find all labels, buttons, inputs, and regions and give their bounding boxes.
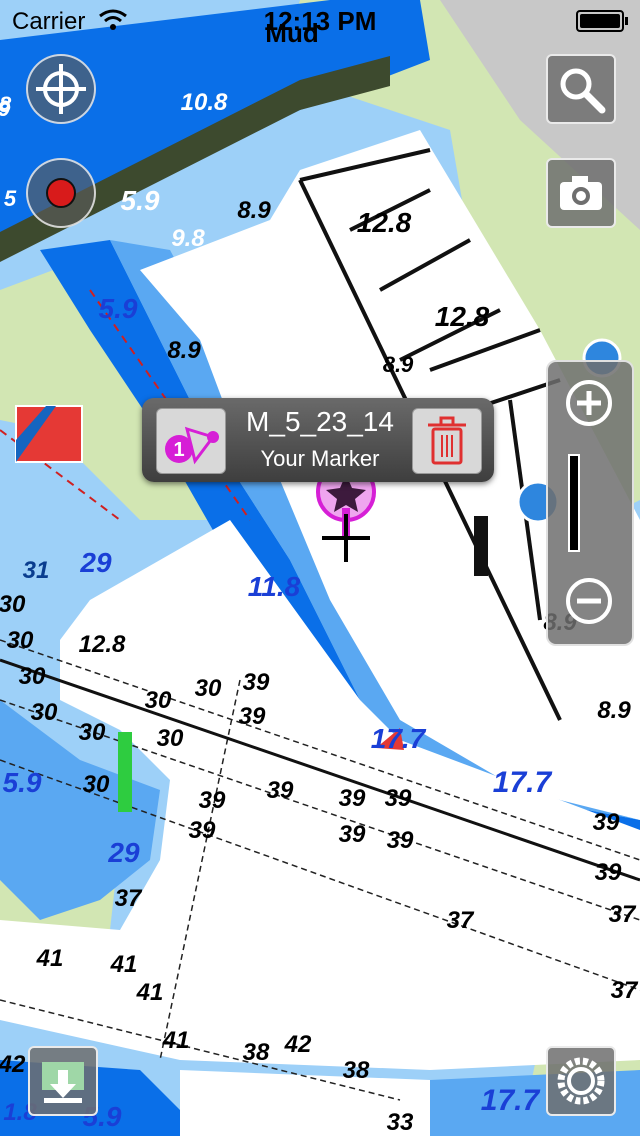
depth-label: 37 (609, 901, 637, 928)
depth-label: 37 (447, 907, 475, 934)
status-bar: Carrier 12:13 PM (0, 0, 640, 40)
depth-label: 12.8 (435, 301, 490, 332)
marker-edit-button[interactable]: 1 (156, 408, 226, 474)
depth-label: 8.9 (237, 197, 271, 224)
depth-label: 9 (0, 96, 11, 121)
depth-label: 39 (387, 827, 414, 854)
depth-label: 30 (31, 699, 58, 726)
depth-label: 37 (611, 977, 639, 1004)
beacon-icon (118, 732, 132, 812)
depth-label: 38 (343, 1057, 370, 1084)
download-charts-button[interactable] (28, 1046, 98, 1116)
depth-label: 30 (195, 675, 222, 702)
depth-label: 41 (136, 979, 164, 1006)
depth-label: 17.7 (481, 1084, 541, 1117)
depth-label: 39 (239, 703, 266, 730)
delete-marker-button[interactable] (412, 408, 482, 474)
chart-map[interactable]: 9.810.8955.99.88.912.812.88.95.98.931291… (0, 0, 640, 1136)
depth-label: 42 (284, 1031, 312, 1058)
depth-label: 12.8 (79, 631, 126, 658)
scale-bar (568, 454, 580, 552)
battery-icon (576, 10, 628, 32)
depth-label: 39 (593, 809, 620, 836)
marker-subtitle: Your Marker (260, 446, 380, 471)
depth-label: 8.9 (167, 337, 201, 364)
zoom-panel (546, 360, 634, 646)
marker-type-icon: 1 (165, 426, 219, 465)
depth-label: 39 (339, 821, 366, 848)
depth-label: 30 (79, 719, 106, 746)
camera-icon (560, 176, 602, 210)
depth-label: 39 (339, 785, 366, 812)
camera-button[interactable] (546, 158, 616, 228)
depth-label: 39 (595, 859, 622, 886)
depth-label: 30 (7, 627, 34, 654)
depth-label: 38 (243, 1039, 270, 1066)
depth-label: 5.9 (121, 185, 160, 216)
depth-label: 17.7 (493, 766, 553, 799)
record-icon (46, 178, 76, 208)
depth-label: 42 (0, 1051, 26, 1078)
depth-label: 39 (199, 787, 226, 814)
depth-label: 39 (189, 817, 216, 844)
svg-text:1: 1 (173, 439, 184, 461)
depth-label: 31 (23, 557, 50, 584)
depth-label: 37 (115, 885, 143, 912)
trash-icon (428, 416, 466, 465)
depth-label: 30 (157, 725, 184, 752)
depth-label: 29 (79, 547, 112, 578)
status-time: 12:13 PM (263, 6, 377, 36)
depth-label: 30 (145, 687, 172, 714)
download-icon (42, 1062, 84, 1103)
zoom-in-icon[interactable] (564, 378, 614, 428)
depth-label: 41 (36, 945, 64, 972)
depth-label: 17.7 (371, 723, 427, 754)
search-button[interactable] (546, 54, 616, 124)
depth-label: 8.9 (597, 697, 631, 724)
record-track-button[interactable] (26, 158, 96, 228)
depth-label: 41 (162, 1027, 190, 1054)
depth-label: 5.9 (3, 767, 42, 798)
depth-label: 30 (0, 591, 26, 618)
depth-label: 33 (387, 1109, 414, 1136)
depth-label: 29 (107, 837, 140, 868)
depth-label: 30 (19, 663, 46, 690)
depth-label: 41 (110, 951, 138, 978)
zoom-out-icon[interactable] (564, 576, 614, 626)
depth-label: 12.8 (357, 207, 412, 238)
marker-title: M_5_23_14 (246, 406, 394, 437)
depth-label: 39 (243, 669, 270, 696)
depth-label: 39 (385, 785, 412, 812)
depth-label: 30 (83, 771, 110, 798)
depth-label: 10.8 (181, 89, 228, 116)
settings-button[interactable] (546, 1046, 616, 1116)
depth-label: 11.8 (248, 571, 301, 602)
depth-label: 8.9 (383, 352, 414, 377)
crosshair-icon (36, 64, 86, 114)
depth-label: 5.9 (99, 293, 138, 324)
marker-popup[interactable]: 1 M_5_23_14 Your Marker (142, 398, 494, 482)
center-location-button[interactable] (26, 54, 96, 124)
depth-label: 5 (4, 186, 17, 211)
depth-label: 9.8 (171, 225, 205, 252)
gear-icon (557, 1057, 605, 1105)
depth-label: 39 (267, 777, 294, 804)
search-icon (560, 68, 606, 114)
